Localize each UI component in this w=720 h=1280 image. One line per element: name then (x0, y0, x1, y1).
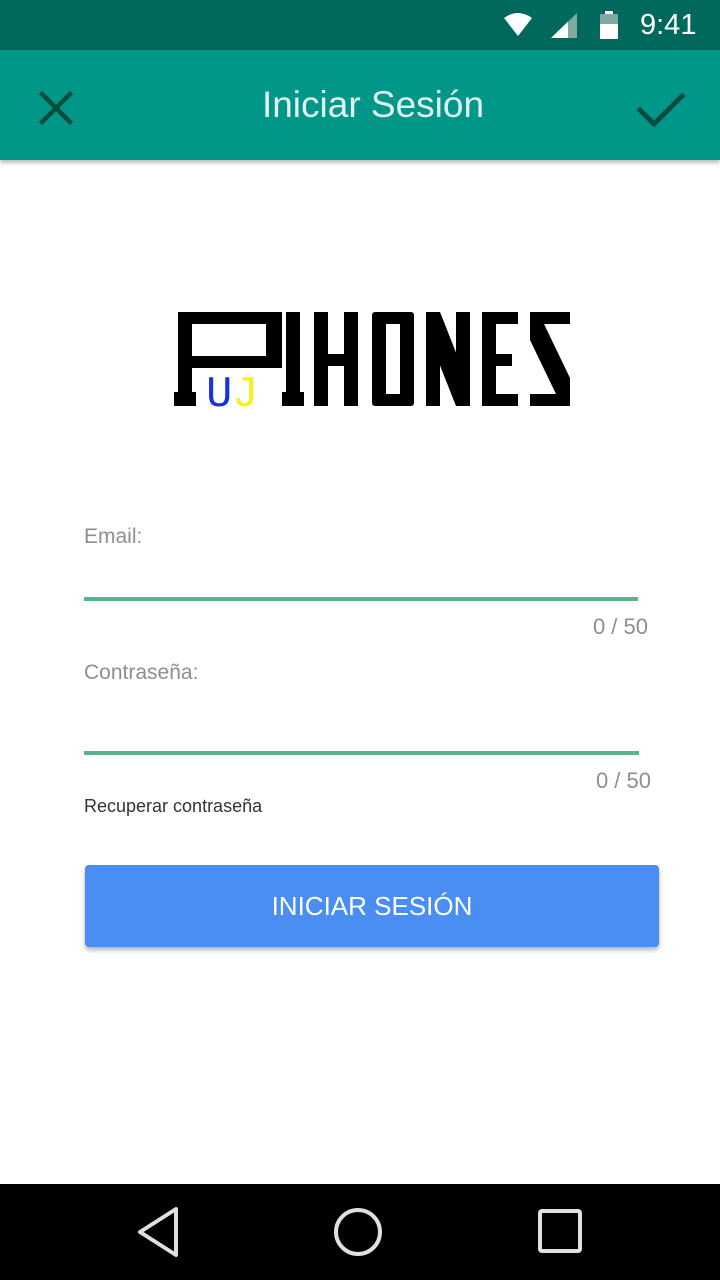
check-icon[interactable] (630, 78, 692, 138)
login-button[interactable]: INICIAR SESIÓN (85, 865, 659, 947)
signal-icon (551, 13, 577, 38)
page-title: Iniciar Sesión (261, 84, 485, 125)
home-icon[interactable] (332, 1206, 384, 1258)
email-field[interactable] (84, 556, 638, 596)
recents-icon[interactable] (536, 1207, 584, 1255)
password-counter: 0 / 50 (595, 768, 651, 793)
password-field[interactable] (84, 708, 639, 748)
battery-icon (600, 11, 618, 39)
recover-password-link[interactable]: Recuperar contraseña (84, 794, 262, 818)
close-icon[interactable] (26, 78, 86, 138)
email-underline (84, 597, 638, 601)
logo-letter-j: J (232, 370, 258, 412)
app-bar: Iniciar Sesión (0, 50, 720, 160)
email-label: Email: (84, 525, 143, 548)
app-logo: U J (174, 312, 570, 412)
password-label: Contraseña: (84, 661, 199, 684)
email-counter: 0 / 50 (592, 614, 648, 639)
back-icon[interactable] (134, 1205, 184, 1259)
status-bar: 9:41 (0, 0, 720, 50)
status-clock: 9:41 (640, 9, 697, 41)
password-underline (84, 751, 639, 755)
wifi-icon (504, 13, 532, 36)
logo-letter-u: U (206, 370, 232, 412)
